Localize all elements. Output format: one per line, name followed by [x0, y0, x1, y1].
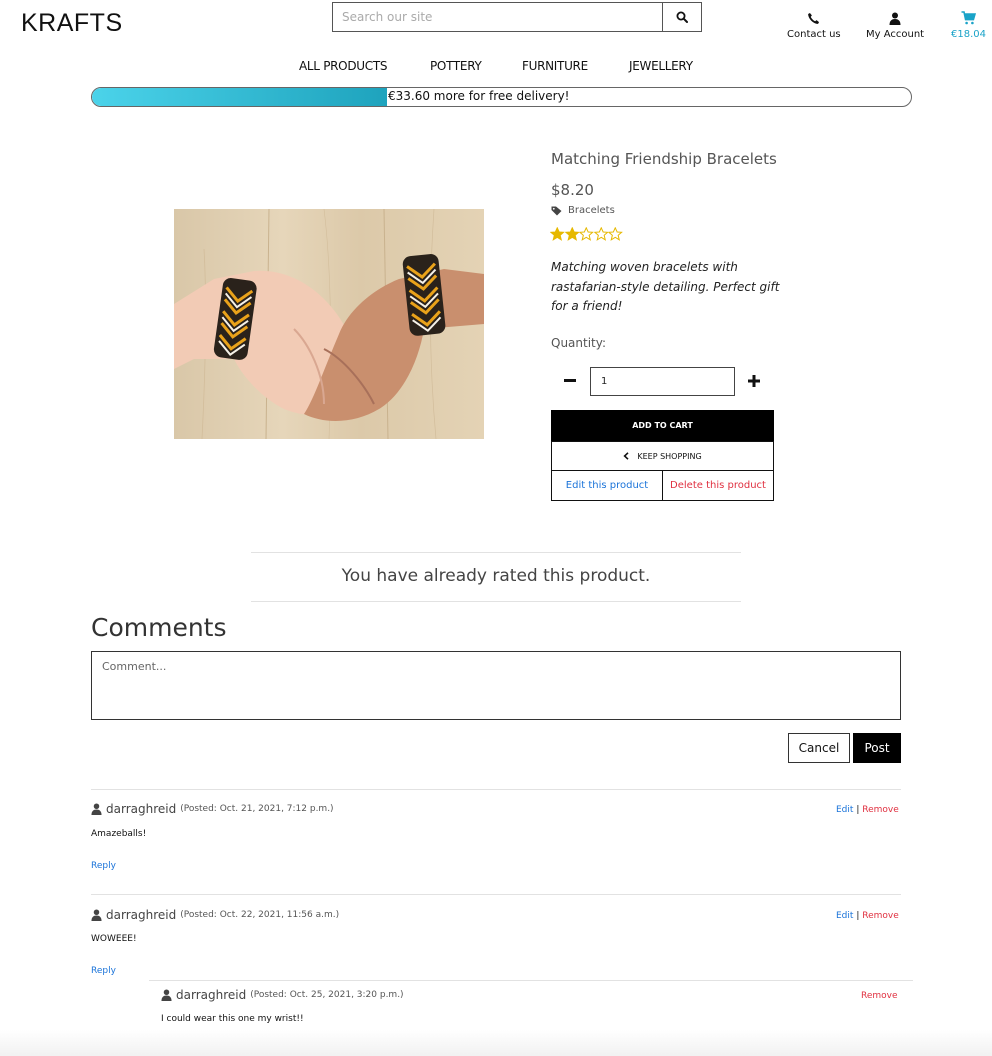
delivery-progress-fill: [92, 88, 387, 106]
star-empty-icon: [608, 227, 623, 241]
nav-furniture[interactable]: FURNITURE: [522, 59, 588, 73]
search-input[interactable]: Search our site: [332, 2, 663, 32]
edit-product-button[interactable]: Edit this product: [551, 470, 663, 501]
separator: |: [856, 911, 860, 921]
user-icon: [889, 10, 901, 26]
quantity-decrement-button[interactable]: [560, 371, 580, 391]
product-title: Matching Friendship Bracelets: [551, 150, 777, 168]
divider: [251, 552, 741, 553]
keep-shopping-label: KEEP SHOPPING: [637, 451, 702, 461]
site-logo[interactable]: KRAFTS: [21, 9, 123, 38]
comment-header: darraghreid (Posted: Oct. 22, 2021, 11:5…: [91, 908, 339, 922]
account-link[interactable]: My Account: [866, 10, 924, 40]
comment-author: darraghreid: [106, 802, 177, 816]
comment-author: darraghreid: [106, 908, 177, 922]
remove-comment-link[interactable]: Remove: [862, 805, 899, 815]
star-empty-icon: [593, 227, 608, 241]
product-category-label: Bracelets: [568, 205, 615, 216]
comment-textarea[interactable]: Comment...: [91, 651, 901, 720]
user-icon: [91, 909, 102, 921]
post-comment-button[interactable]: Post: [853, 733, 901, 763]
comment-body: Amazeballs!: [91, 829, 147, 839]
remove-comment-link[interactable]: Remove: [862, 911, 899, 921]
reply-actions: Remove: [861, 991, 898, 1001]
comment-date: (Posted: Oct. 22, 2021, 11:56 a.m.): [180, 910, 340, 920]
product-price: $8.20: [551, 181, 594, 199]
reply-header: darraghreid (Posted: Oct. 25, 2021, 3:20…: [161, 988, 404, 1002]
edit-comment-link[interactable]: Edit: [836, 911, 853, 921]
chevron-left-icon: [623, 452, 629, 460]
reply-link[interactable]: Reply: [91, 861, 116, 871]
plus-icon: [748, 375, 760, 387]
nav-all-products[interactable]: ALL PRODUCTS: [299, 59, 387, 73]
divider: [91, 789, 901, 790]
cancel-comment-button[interactable]: Cancel: [788, 733, 850, 763]
account-label: My Account: [866, 29, 925, 40]
separator: |: [856, 805, 860, 815]
divider: [91, 894, 901, 895]
search-icon: [676, 11, 688, 23]
comments-heading: Comments: [91, 613, 227, 642]
star-filled-icon: [564, 227, 579, 241]
cart-total: €18.04: [951, 29, 986, 40]
comment-date: (Posted: Oct. 21, 2021, 7:12 p.m.): [180, 804, 334, 814]
minus-icon: [564, 379, 576, 382]
nav-jewellery[interactable]: JEWELLERY: [629, 59, 693, 73]
reply-link[interactable]: Reply: [91, 966, 116, 976]
rating-notice: You have already rated this product.: [341, 566, 651, 586]
product-rating: [550, 227, 623, 241]
cart-link[interactable]: €18.04: [951, 10, 986, 40]
delete-product-button[interactable]: Delete this product: [662, 470, 774, 501]
remove-reply-link[interactable]: Remove: [861, 991, 898, 1001]
star-empty-icon: [579, 227, 594, 241]
quantity-increment-button[interactable]: [744, 371, 764, 391]
reply-author: darraghreid: [176, 988, 247, 1002]
quantity-input[interactable]: 1: [590, 367, 735, 396]
product-description: Matching woven bracelets with rastafaria…: [551, 260, 780, 313]
keep-shopping-button[interactable]: KEEP SHOPPING: [551, 441, 774, 471]
reply-body: I could wear this one my wrist!!: [161, 1014, 304, 1024]
phone-icon: [807, 10, 820, 26]
contact-label: Contact us: [787, 29, 841, 40]
comment-body: WOWEEE!: [91, 934, 137, 944]
star-filled-icon: [550, 227, 565, 241]
quantity-label: Quantity:: [551, 336, 607, 350]
cart-icon: [961, 10, 976, 26]
edit-comment-link[interactable]: Edit: [836, 805, 853, 815]
contact-link[interactable]: Contact us: [787, 10, 841, 40]
add-to-cart-button[interactable]: ADD TO CART: [551, 410, 774, 441]
comment-actions: Edit | Remove: [836, 911, 899, 921]
comment-header: darraghreid (Posted: Oct. 21, 2021, 7:12…: [91, 802, 334, 816]
tag-icon: [551, 206, 562, 215]
divider: [251, 601, 741, 602]
comment-actions: Edit | Remove: [836, 805, 899, 815]
bottom-fade: [0, 1030, 992, 1056]
product-category[interactable]: Bracelets: [551, 205, 615, 216]
delivery-progress-text: €33.60 more for free delivery!: [388, 89, 570, 103]
nav-pottery[interactable]: POTTERY: [430, 59, 482, 73]
search-button[interactable]: [662, 2, 702, 32]
divider: [149, 980, 913, 981]
product-image: [174, 209, 484, 439]
user-icon: [161, 989, 172, 1001]
user-icon: [91, 803, 102, 815]
reply-date: (Posted: Oct. 25, 2021, 3:20 p.m.): [250, 990, 404, 1000]
